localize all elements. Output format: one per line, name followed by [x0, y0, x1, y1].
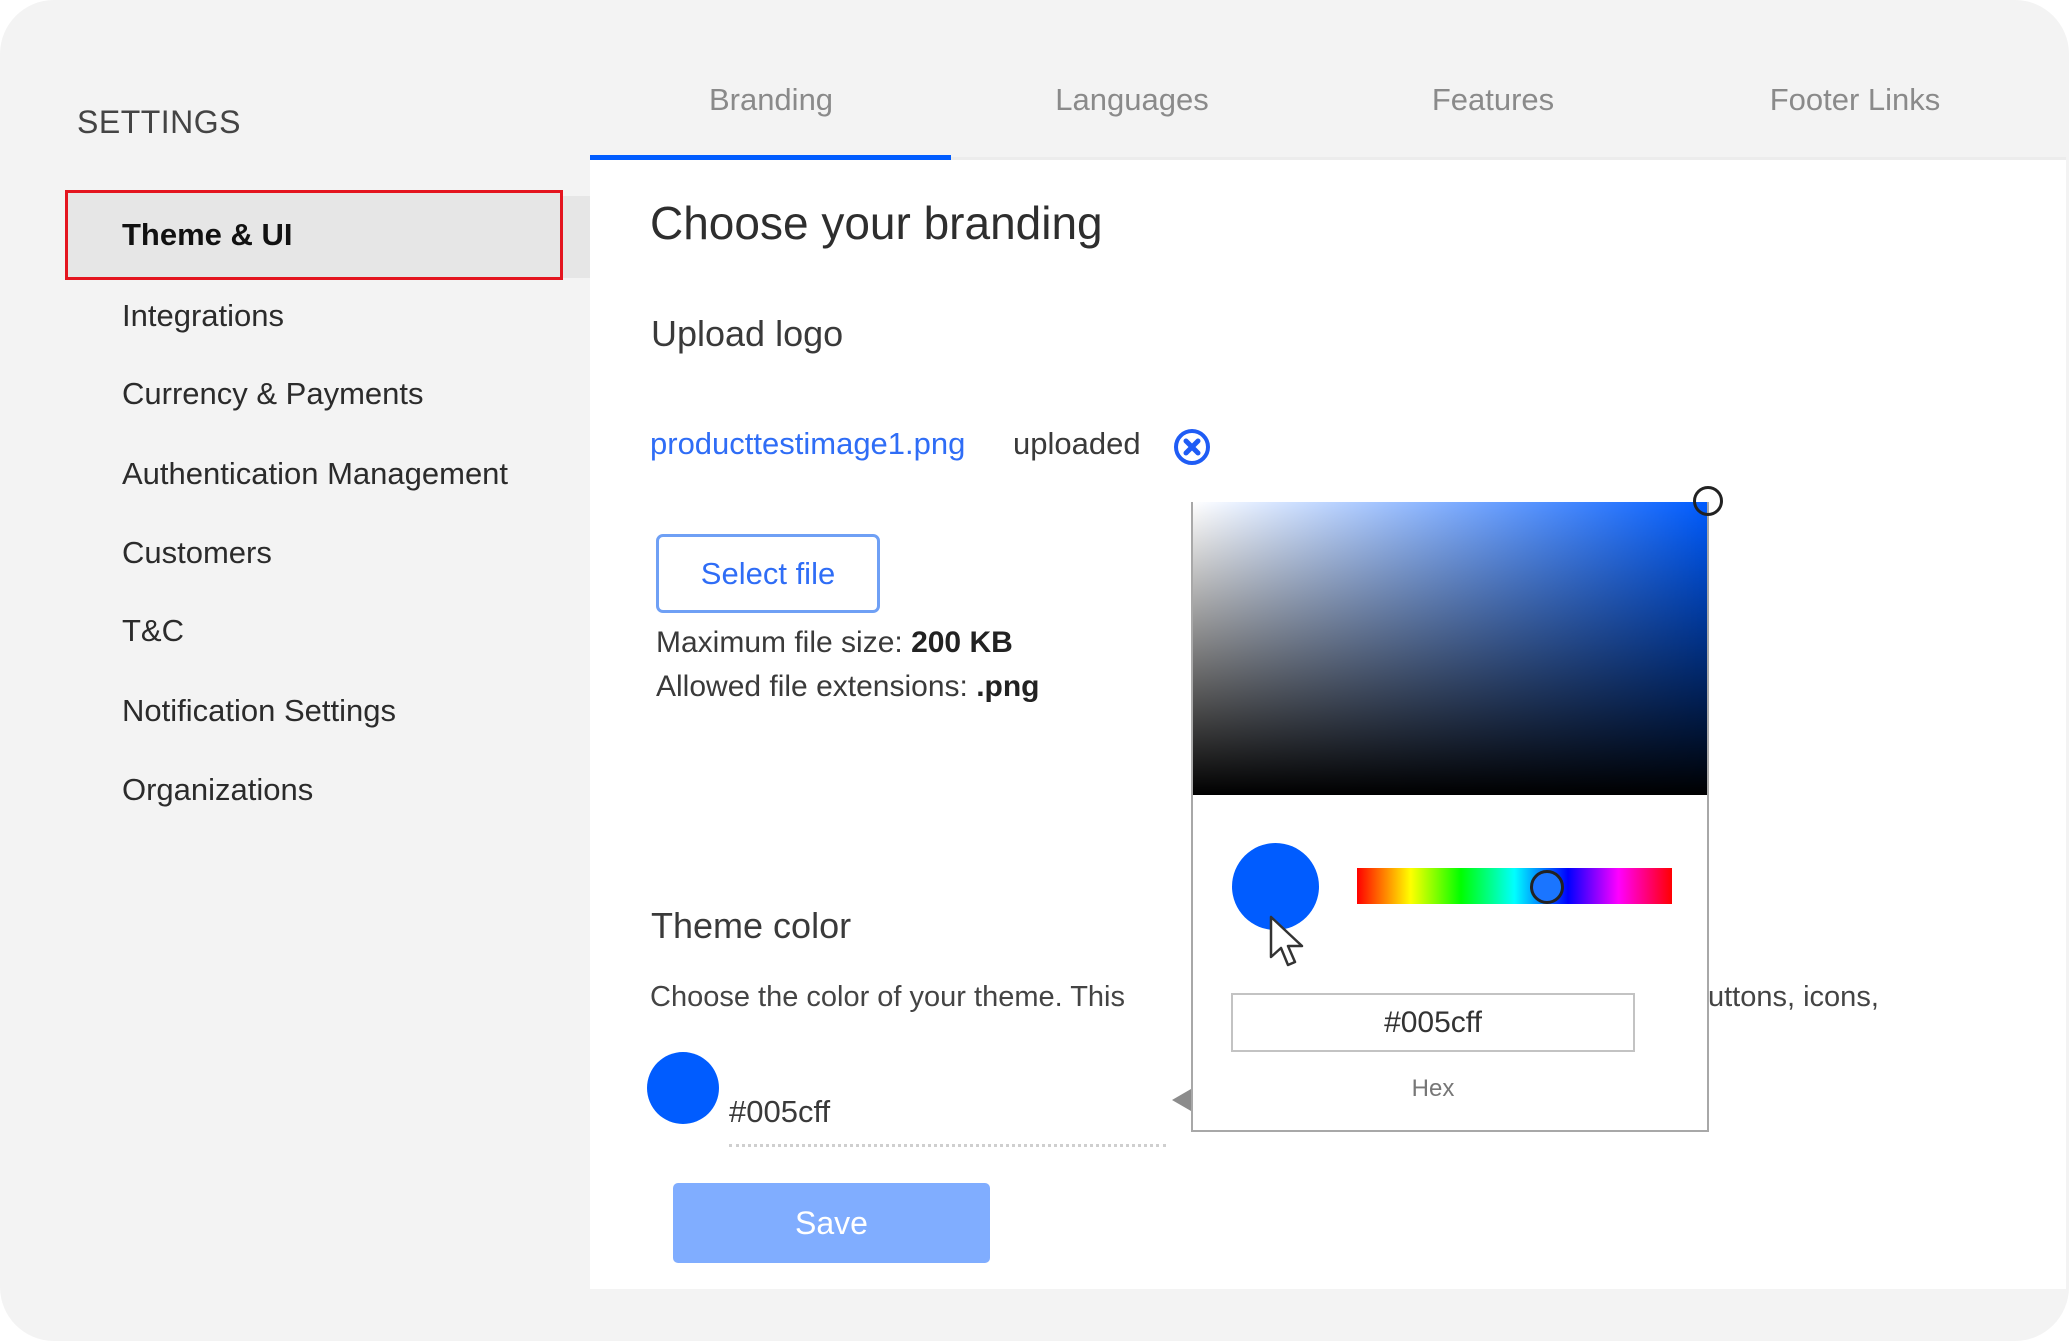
sidebar-item-currency-payments[interactable]: Currency & Payments — [65, 349, 563, 439]
sidebar-item-notification-settings[interactable]: Notification Settings — [65, 666, 563, 756]
saturation-brightness-area[interactable] — [1193, 502, 1707, 795]
sidebar-item-integrations[interactable]: Integrations — [65, 271, 563, 361]
sidebar-item-authentication-management[interactable]: Authentication Management — [65, 429, 563, 519]
allowed-extensions-value: .png — [976, 670, 1040, 703]
theme-color-heading: Theme color — [651, 905, 852, 946]
saturation-brightness-handle[interactable] — [1693, 486, 1723, 516]
theme-color-description-end: uttons, icons, — [1708, 981, 1879, 1013]
save-button[interactable]: Save — [673, 1183, 990, 1263]
max-file-size-value: 200 KB — [911, 626, 1013, 659]
tab-bar: Branding Languages Features Footer Links — [590, 40, 2066, 160]
sidebar-item-customers[interactable]: Customers — [65, 508, 563, 598]
max-file-size-label: Maximum file size: — [656, 626, 903, 659]
allowed-extensions: Allowed file extensions: .png — [656, 670, 1040, 704]
sidebar-item-theme-ui[interactable]: Theme & UI — [65, 190, 563, 280]
tab-languages[interactable]: Languages — [951, 40, 1313, 160]
mouse-pointer-icon — [1268, 915, 1308, 971]
hue-slider-handle[interactable] — [1530, 870, 1564, 904]
sidebar-item-organizations[interactable]: Organizations — [65, 745, 563, 835]
max-file-size: Maximum file size: 200 KB — [656, 626, 1013, 660]
tab-features[interactable]: Features — [1312, 40, 1674, 160]
upload-status: uploaded — [1013, 426, 1141, 461]
tab-divider — [951, 157, 2066, 160]
upload-logo-heading: Upload logo — [651, 313, 844, 354]
uploaded-file-link[interactable]: producttestimage1.png — [650, 426, 965, 462]
tab-branding[interactable]: Branding — [590, 40, 952, 160]
select-file-button[interactable]: Select file — [656, 534, 880, 613]
page-title: Choose your branding — [650, 197, 1103, 249]
settings-window: SETTINGS Theme & UI Integrations Currenc… — [0, 0, 2069, 1341]
active-item-background — [560, 196, 590, 278]
hex-input[interactable] — [1231, 993, 1635, 1052]
allowed-extensions-label: Allowed file extensions: — [656, 670, 968, 703]
hue-slider[interactable] — [1357, 868, 1672, 904]
theme-color-description-start: Choose the color of your theme. This — [650, 981, 1125, 1013]
sidebar-title: SETTINGS — [77, 104, 242, 140]
theme-color-underline — [729, 1144, 1166, 1147]
sidebar-item-tc[interactable]: T&C — [65, 586, 563, 676]
picker-caret-icon — [1172, 1089, 1191, 1111]
hex-label: Hex — [1411, 1075, 1455, 1102]
theme-color-swatch[interactable] — [647, 1052, 719, 1124]
close-circle-icon[interactable] — [1173, 428, 1211, 466]
active-tab-indicator — [590, 155, 951, 160]
tab-footer-links[interactable]: Footer Links — [1674, 40, 2036, 160]
theme-color-value[interactable]: #005cff — [729, 1094, 830, 1130]
